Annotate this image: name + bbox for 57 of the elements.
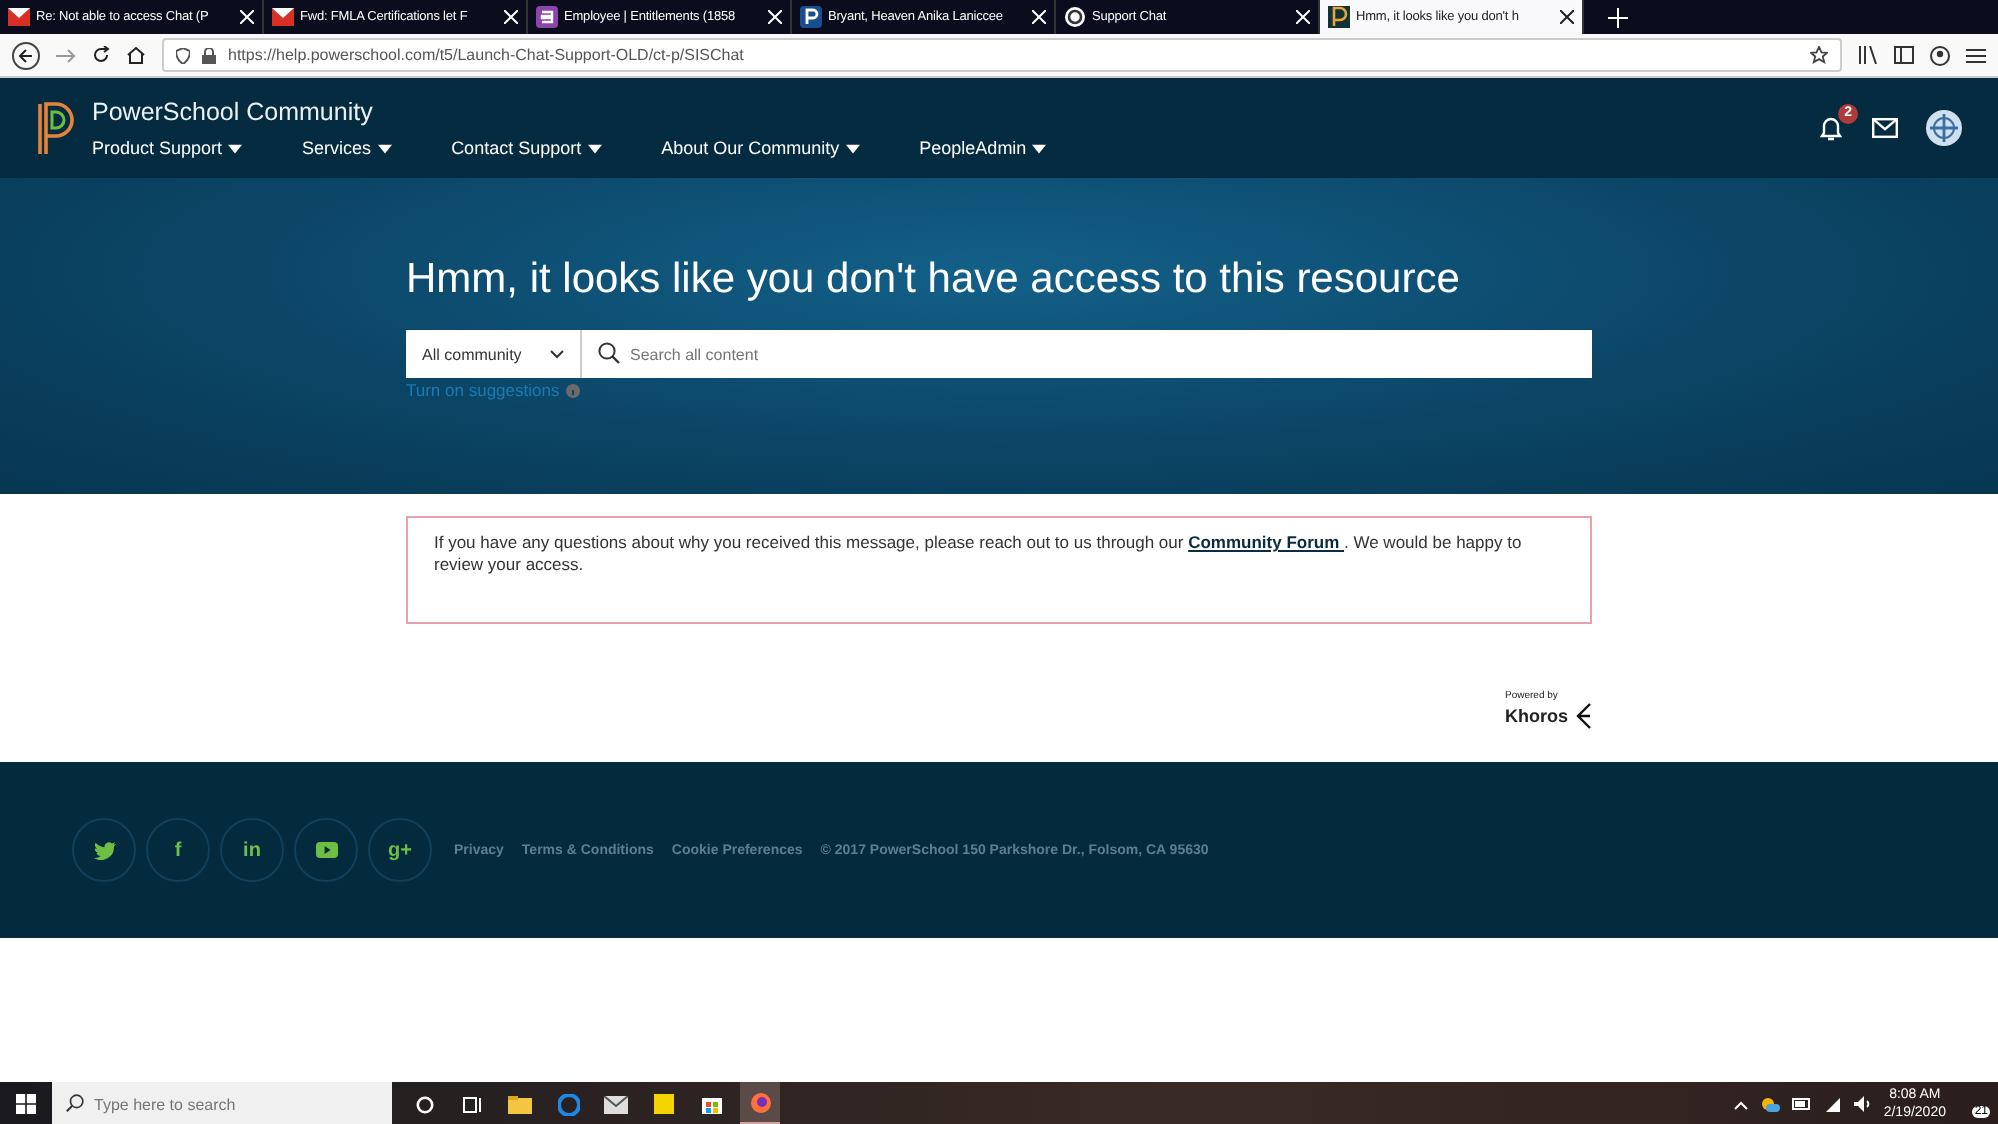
logo-icon: [1328, 6, 1350, 28]
bird-icon: [93, 841, 115, 859]
caret-icon: [1032, 143, 1047, 153]
wifi-icon[interactable]: [1823, 1096, 1842, 1112]
library-icon[interactable]: [1858, 46, 1878, 64]
menu-icon[interactable]: [1966, 47, 1986, 63]
weather-icon[interactable]: [1759, 1096, 1780, 1112]
caret-icon: [377, 143, 392, 153]
play-icon: [315, 842, 337, 858]
logo-icon: [800, 6, 822, 28]
social-button[interactable]: f: [146, 818, 210, 882]
volume-icon[interactable]: [1853, 1096, 1872, 1112]
nav-menu[interactable]: Contact Support: [451, 138, 602, 158]
shield-icon: [176, 47, 190, 63]
scope-dropdown[interactable]: All community: [406, 330, 582, 378]
social-button[interactable]: in: [220, 818, 284, 882]
caret-icon: [228, 143, 243, 153]
account-icon[interactable]: [1930, 45, 1950, 65]
home-icon[interactable]: [126, 46, 146, 64]
taskbar-search-field[interactable]: Type here to search: [52, 1082, 392, 1124]
firefox-icon[interactable]: [740, 1082, 780, 1124]
social-button[interactable]: [72, 818, 136, 882]
reload-icon[interactable]: [92, 46, 110, 64]
address-bar[interactable]: https://help.powerschool.com/t5/Launch-Chat-Support-OLD/ct-p/SISChat: [162, 38, 1842, 72]
logo-icon[interactable]: [36, 100, 76, 156]
social-button[interactable]: [294, 818, 358, 882]
nav-menu[interactable]: Services: [302, 138, 392, 158]
nav-menu[interactable]: About Our Community: [661, 138, 860, 158]
nav-menu[interactable]: PeopleAdmin: [919, 138, 1047, 158]
page-heading: Hmm, it looks like you don't have access to this resource: [406, 254, 1460, 306]
mail-icon[interactable]: [1872, 118, 1898, 138]
avatar-icon[interactable]: [1926, 110, 1962, 146]
search-field[interactable]: Search all content: [582, 330, 1592, 378]
access-message: If you have any questions about why you received this message, please reach out to us through our Community Forum . We would be happy to review your access.: [406, 516, 1592, 624]
chevron-icon: [550, 349, 564, 359]
close-icon[interactable]: [1560, 10, 1574, 24]
mail-icon: [8, 8, 30, 26]
bell-icon[interactable]: [1818, 115, 1844, 141]
windows-icon[interactable]: [16, 1094, 36, 1114]
social-button[interactable]: g+: [368, 818, 432, 882]
forward-icon[interactable]: [56, 47, 76, 63]
caret-icon: [845, 143, 860, 153]
back-icon[interactable]: [12, 41, 40, 69]
community-forum-link[interactable]: Community Forum: [1188, 532, 1344, 552]
site-title[interactable]: PowerSchool Community: [92, 98, 1107, 126]
chevron-up-icon[interactable]: [1733, 1099, 1748, 1109]
logo-icon: [536, 6, 558, 28]
bookmark-icon[interactable]: [1810, 46, 1828, 64]
caret-icon: [587, 143, 602, 153]
chat-icon: [1064, 6, 1086, 28]
brand-name[interactable]: Khoros: [1505, 706, 1568, 726]
lock-icon: [202, 47, 216, 63]
nav-menu[interactable]: Product Support: [92, 138, 243, 158]
battery-icon[interactable]: [1791, 1098, 1812, 1110]
sidebar-icon[interactable]: [1894, 46, 1914, 64]
mail-icon: [272, 8, 294, 26]
khoros-logo-icon[interactable]: [1572, 702, 1592, 730]
